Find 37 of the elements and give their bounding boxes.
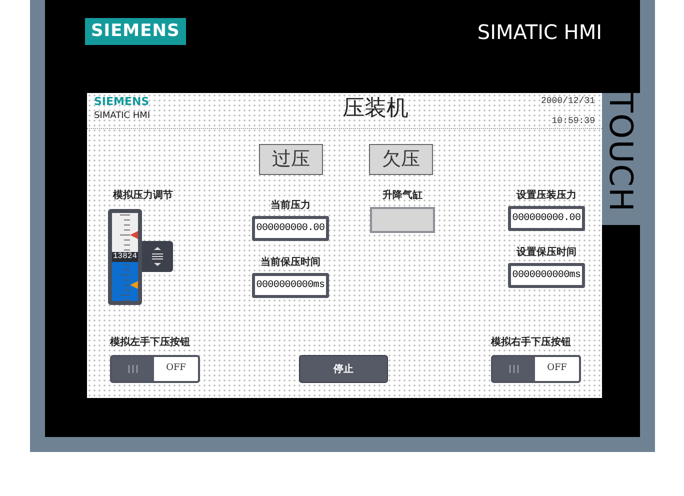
up-down-arrows-icon: [151, 247, 164, 266]
device-model: SIMATIC HMI: [477, 18, 602, 46]
alarm-indicator: 过压: [259, 144, 323, 175]
value-field[interactable]: 000000000.00: [252, 216, 329, 241]
value-field[interactable]: 000000000.00: [508, 206, 585, 231]
slider-label: 模拟压力调节: [113, 191, 174, 201]
field-label: 设置压装压力: [516, 191, 576, 201]
stop-button[interactable]: 停止: [299, 355, 388, 383]
screen-title: 压装机: [342, 98, 409, 120]
grip-icon: [508, 365, 520, 373]
upper-limit-marker-icon: [130, 231, 138, 239]
slider-handle[interactable]: [142, 241, 173, 272]
brand-logo: SIEMENS: [85, 18, 186, 45]
pressure-slider[interactable]: 13824: [108, 209, 142, 305]
slider-value: 13824: [112, 252, 137, 262]
field-label: 当前保压时间: [260, 258, 320, 268]
alarm-indicator: 欠压: [369, 144, 433, 175]
toggle-state-text: OFF: [166, 362, 186, 376]
screen-brand: SIEMENS: [94, 95, 150, 109]
grip-icon: [127, 365, 139, 373]
toggle-switch[interactable]: OFF: [491, 355, 581, 383]
value-field[interactable]: 0000000000ms: [252, 273, 329, 298]
toggle-handle[interactable]: [493, 357, 535, 381]
toggle-handle[interactable]: [112, 357, 154, 381]
toggle-state-text: OFF: [547, 362, 567, 376]
toggle-label: 模拟右手下压按钮: [491, 338, 571, 348]
time-display: 10:59:39: [552, 114, 595, 128]
screen-model: SIMATIC HMI: [94, 110, 150, 122]
touch-strip: TOUCH: [602, 93, 640, 225]
toggle-label: 模拟左手下压按钮: [110, 338, 190, 348]
value-field[interactable]: 0000000000ms: [508, 263, 585, 288]
field-label: 当前压力: [270, 201, 310, 211]
field-label: 设置保压时间: [516, 248, 576, 258]
cylinder-label: 升降气缸: [382, 191, 422, 201]
lower-limit-marker-icon: [130, 281, 138, 289]
date-display: 2000/12/31: [540, 95, 595, 108]
toggle-switch[interactable]: OFF: [110, 355, 200, 383]
